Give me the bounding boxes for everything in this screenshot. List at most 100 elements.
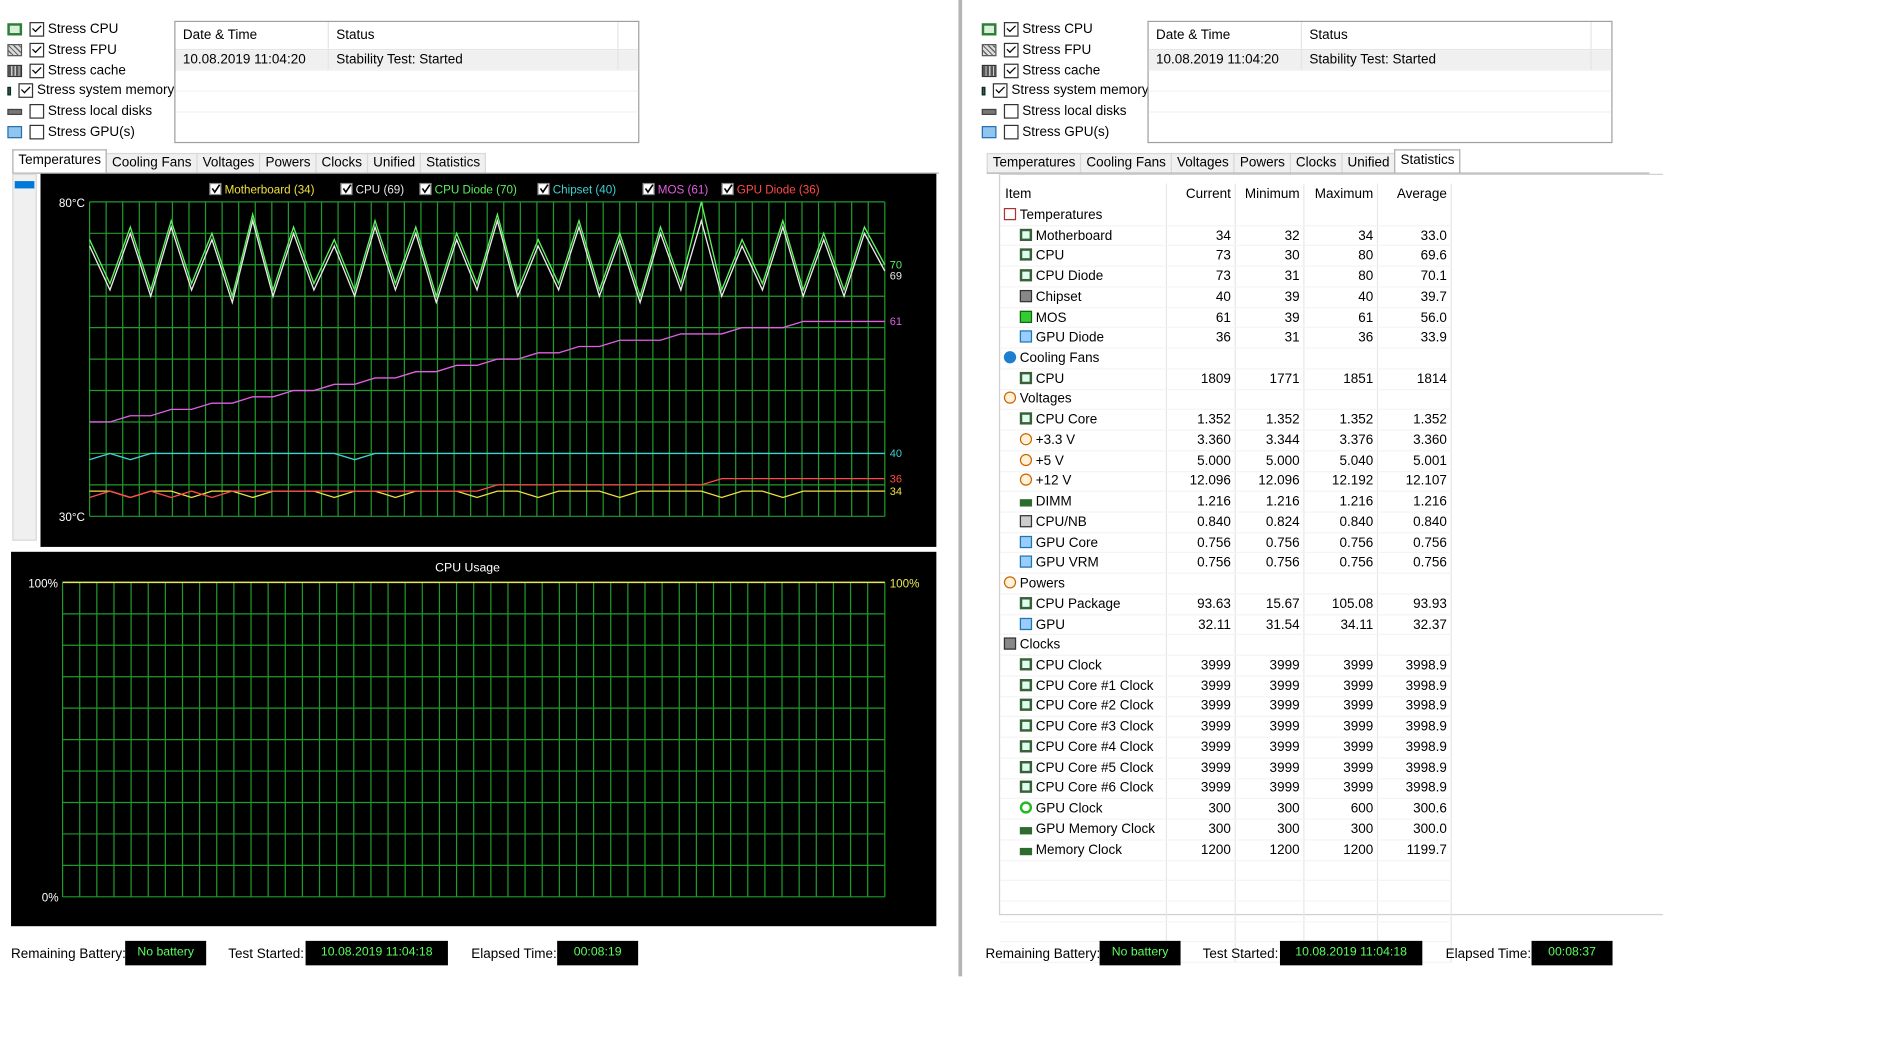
stats-row[interactable]: GPU Memory Clock 300 300 300 300.0 bbox=[1000, 819, 1452, 841]
stats-avg-cell: 39.7 bbox=[1377, 286, 1452, 308]
stats-avg-cell: 12.107 bbox=[1377, 471, 1452, 493]
stress-gpu-checkbox[interactable] bbox=[1003, 124, 1019, 140]
stress-fpu-label: Stress FPU bbox=[1022, 42, 1092, 58]
stats-row[interactable]: Chipset 40 39 40 39.7 bbox=[1000, 286, 1452, 308]
stats-header-minimum[interactable]: Minimum bbox=[1235, 183, 1305, 206]
tab-statistics[interactable]: Statistics bbox=[1394, 149, 1461, 173]
log-row[interactable]: 10.08.2019 11:04:20 Stability Test: Start… bbox=[175, 50, 639, 70]
stress-memory-option[interactable]: Stress system memory bbox=[7, 81, 174, 101]
tab-temperatures[interactable]: Temperatures bbox=[12, 149, 108, 173]
stress-cache-option[interactable]: Stress cache bbox=[981, 60, 1149, 80]
stress-cpu-option[interactable]: Stress CPU bbox=[981, 20, 1149, 40]
temperature-chart-svg: Motherboard (34) CPU (69) CPU Diode (70) Ch… bbox=[59, 182, 902, 524]
stress-fpu-option[interactable]: Stress FPU bbox=[7, 40, 174, 60]
stats-group-row[interactable]: Voltages bbox=[1000, 389, 1452, 411]
stats-header-average[interactable]: Average bbox=[1377, 183, 1452, 206]
stats-item-cell: GPU Diode bbox=[1000, 327, 1168, 349]
stress-disks-checkbox[interactable] bbox=[29, 104, 45, 119]
stats-row[interactable]: CPU Core #3 Clock 3999 3999 3999 3998.9 bbox=[1000, 716, 1452, 738]
stats-header-item[interactable]: Item bbox=[1000, 183, 1168, 206]
stress-cache-option[interactable]: Stress cache bbox=[7, 60, 174, 80]
stats-row[interactable]: CPU Package 93.63 15.67 105.08 93.93 bbox=[1000, 593, 1452, 616]
stats-row[interactable]: DIMM 1.216 1.216 1.216 1.216 bbox=[1000, 491, 1452, 513]
stats-header-maximum[interactable]: Maximum bbox=[1303, 183, 1379, 206]
tab-unified[interactable]: Unified bbox=[366, 152, 422, 173]
stats-item-label: CPU Core #5 Clock bbox=[1035, 760, 1154, 776]
stress-gpu-option[interactable]: Stress GPU(s) bbox=[981, 122, 1149, 142]
stats-row[interactable]: MOS 61 39 61 56.0 bbox=[1000, 307, 1452, 329]
statistics-table-panel[interactable]: Item Current Minimum Maximum Average Tem… bbox=[998, 173, 1663, 964]
stats-row[interactable]: CPU Core #5 Clock 3999 3999 3999 3998.9 bbox=[1000, 757, 1452, 779]
stats-group-row[interactable]: Powers bbox=[1000, 573, 1452, 595]
stats-row[interactable]: CPU Clock 3999 3999 3999 3998.9 bbox=[1000, 655, 1452, 677]
stress-memory-option[interactable]: Stress system memory bbox=[981, 81, 1149, 101]
stress-fpu-option[interactable]: Stress FPU bbox=[981, 40, 1149, 60]
stats-row[interactable]: CPU Core #2 Clock 3999 3999 3999 3998.9 bbox=[1000, 696, 1452, 718]
stress-cpu-checkbox[interactable] bbox=[1003, 22, 1019, 38]
tab-cooling-fans[interactable]: Cooling Fans bbox=[105, 152, 198, 173]
stats-row[interactable]: GPU 32.11 31.54 34.11 32.37 bbox=[1000, 614, 1452, 636]
stats-item-cell: Powers bbox=[1000, 573, 1168, 595]
stress-fpu-checkbox[interactable] bbox=[1003, 42, 1019, 58]
stats-row[interactable]: +12 V 12.096 12.096 12.192 12.107 bbox=[1000, 471, 1452, 493]
stats-row[interactable]: GPU Diode 36 31 36 33.9 bbox=[1000, 327, 1452, 349]
log-header-datetime[interactable]: Date & Time bbox=[175, 22, 329, 49]
status-log[interactable]: Date & Time Status 10.08.2019 11:04:20 Sta… bbox=[174, 20, 640, 144]
stats-row[interactable]: CPU 73 30 80 69.6 bbox=[1000, 245, 1452, 267]
stats-group-row[interactable]: Clocks bbox=[1000, 634, 1452, 656]
stats-row[interactable]: CPU Core #6 Clock 3999 3999 3999 3998.9 bbox=[1000, 778, 1452, 800]
stress-cache-checkbox[interactable] bbox=[29, 63, 45, 78]
stats-row[interactable]: Motherboard 34 32 34 33.0 bbox=[1000, 225, 1452, 247]
tab-voltages[interactable]: Voltages bbox=[1170, 152, 1235, 173]
log-header-status[interactable]: Status bbox=[329, 22, 619, 49]
stats-row[interactable]: GPU Core 0.756 0.756 0.756 0.756 bbox=[1000, 532, 1452, 554]
stats-max-cell bbox=[1303, 389, 1379, 411]
stats-cur-cell: 300 bbox=[1166, 798, 1236, 820]
tab-statistics[interactable]: Statistics bbox=[420, 152, 487, 173]
stress-gpu-option[interactable]: Stress GPU(s) bbox=[7, 122, 174, 142]
tab-clocks[interactable]: Clocks bbox=[1289, 152, 1343, 173]
tab-powers[interactable]: Powers bbox=[1233, 152, 1291, 173]
clock-icon bbox=[1003, 637, 1017, 651]
log-row[interactable]: 10.08.2019 11:04:20 Stability Test: Start… bbox=[1148, 50, 1612, 70]
sensor-scroll-strip[interactable] bbox=[12, 173, 37, 541]
tab-temperatures[interactable]: Temperatures bbox=[986, 152, 1082, 173]
stress-memory-checkbox[interactable] bbox=[992, 83, 1008, 99]
stats-row[interactable]: +5 V 5.000 5.000 5.040 5.001 bbox=[1000, 450, 1452, 472]
stats-row[interactable]: CPU Core 1.352 1.352 1.352 1.352 bbox=[1000, 409, 1452, 431]
stats-row[interactable]: +3.3 V 3.360 3.344 3.376 3.360 bbox=[1000, 430, 1452, 452]
stats-group-row[interactable]: Cooling Fans bbox=[1000, 348, 1452, 370]
stats-row[interactable]: CPU Diode 73 31 80 70.1 bbox=[1000, 266, 1452, 288]
stress-disks-option[interactable]: Stress local disks bbox=[7, 101, 174, 121]
stress-disks-option[interactable]: Stress local disks bbox=[981, 101, 1149, 121]
stress-disks-checkbox[interactable] bbox=[1003, 104, 1019, 119]
stats-cur-cell: 3999 bbox=[1166, 716, 1236, 738]
tab-voltages[interactable]: Voltages bbox=[196, 152, 261, 173]
tab-cooling-fans[interactable]: Cooling Fans bbox=[1080, 152, 1173, 173]
stats-row[interactable]: GPU Clock 300 300 600 300.6 bbox=[1000, 798, 1452, 820]
stats-row[interactable]: Memory Clock 1200 1200 1200 1199.7 bbox=[1000, 839, 1452, 861]
stress-fpu-label: Stress FPU bbox=[47, 42, 117, 58]
log-header-status[interactable]: Status bbox=[1302, 22, 1592, 49]
stress-cache-checkbox[interactable] bbox=[1003, 63, 1019, 78]
log-header-datetime[interactable]: Date & Time bbox=[1149, 22, 1303, 49]
stress-memory-checkbox[interactable] bbox=[18, 83, 34, 99]
stats-row[interactable]: CPU Core #4 Clock 3999 3999 3999 3998.9 bbox=[1000, 737, 1452, 759]
scroll-thumb[interactable] bbox=[14, 181, 35, 189]
stats-header-current[interactable]: Current bbox=[1166, 183, 1236, 206]
tab-clocks[interactable]: Clocks bbox=[315, 152, 369, 173]
stats-group-row[interactable]: Temperatures bbox=[1000, 205, 1452, 227]
stress-gpu-checkbox[interactable] bbox=[29, 124, 45, 140]
stats-row[interactable]: CPU 1809 1771 1851 1814 bbox=[1000, 368, 1452, 390]
status-log[interactable]: Date & Time Status 10.08.2019 11:04:20 Sta… bbox=[1147, 20, 1613, 144]
y-tick-label: 0% bbox=[42, 892, 59, 905]
tab-unified[interactable]: Unified bbox=[1341, 152, 1396, 173]
stats-row[interactable]: CPU/NB 0.840 0.824 0.840 0.840 bbox=[1000, 512, 1452, 534]
tab-powers[interactable]: Powers bbox=[259, 152, 317, 173]
stress-cpu-option[interactable]: Stress CPU bbox=[7, 20, 174, 40]
stats-row[interactable]: CPU Core #1 Clock 3999 3999 3999 3998.9 bbox=[1000, 675, 1452, 697]
stress-cpu-checkbox[interactable] bbox=[29, 22, 45, 38]
stats-item-cell: CPU Core #3 Clock bbox=[1000, 716, 1168, 738]
stress-fpu-checkbox[interactable] bbox=[29, 42, 45, 58]
stats-row[interactable]: GPU VRM 0.756 0.756 0.756 0.756 bbox=[1000, 553, 1452, 575]
